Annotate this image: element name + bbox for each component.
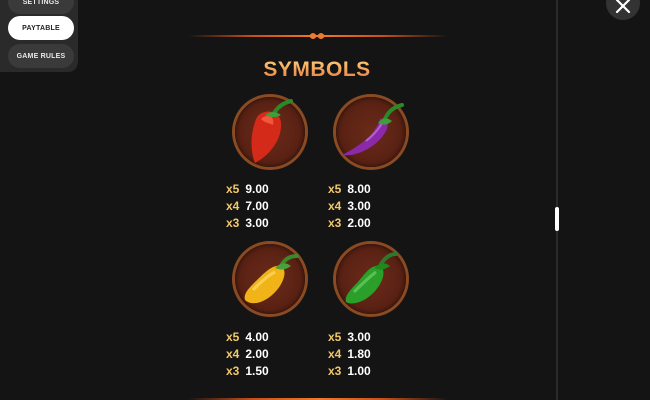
payout: 2.00 bbox=[347, 216, 371, 230]
multiplier: x3 bbox=[226, 216, 240, 230]
payout: 1.00 bbox=[347, 364, 371, 378]
multiplier: x5 bbox=[226, 182, 240, 196]
purple-pepper-pays: x5 8.00 x4 3.00 x3 2.00 bbox=[328, 181, 408, 232]
purple-pepper-symbol bbox=[336, 97, 406, 167]
close-button[interactable] bbox=[606, 0, 640, 20]
multiplier: x3 bbox=[226, 364, 240, 378]
multiplier: x5 bbox=[328, 182, 342, 196]
pay-row: x5 3.00 bbox=[328, 329, 408, 346]
multiplier: x4 bbox=[226, 347, 240, 361]
green-pepper-symbol bbox=[336, 244, 406, 314]
multiplier: x3 bbox=[328, 216, 342, 230]
payout: 8.00 bbox=[347, 182, 371, 196]
close-icon bbox=[615, 0, 631, 14]
payout: 3.00 bbox=[347, 330, 371, 344]
paytable-panel: SYMBOLS x5 9.00 x4 7.00 x3 3.00 x5 8.00 … bbox=[78, 0, 556, 400]
pay-row: x3 1.00 bbox=[328, 363, 408, 380]
multiplier: x5 bbox=[328, 330, 342, 344]
payout: 2.00 bbox=[245, 347, 269, 361]
pay-row: x4 7.00 bbox=[226, 198, 306, 215]
side-menu: SETTINGS PAYTABLE GAME RULES bbox=[0, 0, 78, 72]
pay-row: x5 9.00 bbox=[226, 181, 306, 198]
page-title: SYMBOLS bbox=[78, 58, 556, 82]
pay-row: x4 3.00 bbox=[328, 198, 408, 215]
menu-paytable-button[interactable]: PAYTABLE bbox=[8, 16, 74, 40]
pay-row: x5 4.00 bbox=[226, 329, 306, 346]
payout: 3.00 bbox=[245, 216, 269, 230]
red-pepper-icon bbox=[251, 99, 293, 163]
payout: 4.00 bbox=[245, 330, 269, 344]
pay-row: x3 1.50 bbox=[226, 363, 306, 380]
red-pepper-symbol bbox=[235, 97, 305, 167]
payout: 1.80 bbox=[347, 347, 371, 361]
menu-game-rules-button[interactable]: GAME RULES bbox=[8, 44, 74, 68]
green-pepper-icon bbox=[345, 252, 398, 304]
yellow-pepper-symbol bbox=[235, 244, 305, 314]
pay-row: x3 2.00 bbox=[328, 215, 408, 232]
scrollbar-track[interactable] bbox=[556, 0, 558, 400]
pay-row: x3 3.00 bbox=[226, 215, 306, 232]
yellow-pepper-icon bbox=[244, 254, 299, 304]
green-pepper-pays: x5 3.00 x4 1.80 x3 1.00 bbox=[328, 329, 408, 380]
multiplier: x4 bbox=[328, 347, 342, 361]
multiplier: x4 bbox=[328, 199, 342, 213]
payout: 9.00 bbox=[245, 182, 269, 196]
menu-settings-button[interactable]: SETTINGS bbox=[8, 0, 74, 14]
scrollbar-thumb[interactable] bbox=[555, 207, 559, 231]
purple-pepper-icon bbox=[342, 103, 404, 156]
ornament-icon bbox=[309, 33, 325, 39]
yellow-pepper-pays: x5 4.00 x4 2.00 x3 1.50 bbox=[226, 329, 306, 380]
pay-row: x5 8.00 bbox=[328, 181, 408, 198]
payout: 3.00 bbox=[347, 199, 371, 213]
payout: 7.00 bbox=[245, 199, 269, 213]
red-pepper-pays: x5 9.00 x4 7.00 x3 3.00 bbox=[226, 181, 306, 232]
pay-row: x4 2.00 bbox=[226, 346, 306, 363]
multiplier: x5 bbox=[226, 330, 240, 344]
multiplier: x4 bbox=[226, 199, 240, 213]
multiplier: x3 bbox=[328, 364, 342, 378]
payout: 1.50 bbox=[245, 364, 269, 378]
pay-row: x4 1.80 bbox=[328, 346, 408, 363]
